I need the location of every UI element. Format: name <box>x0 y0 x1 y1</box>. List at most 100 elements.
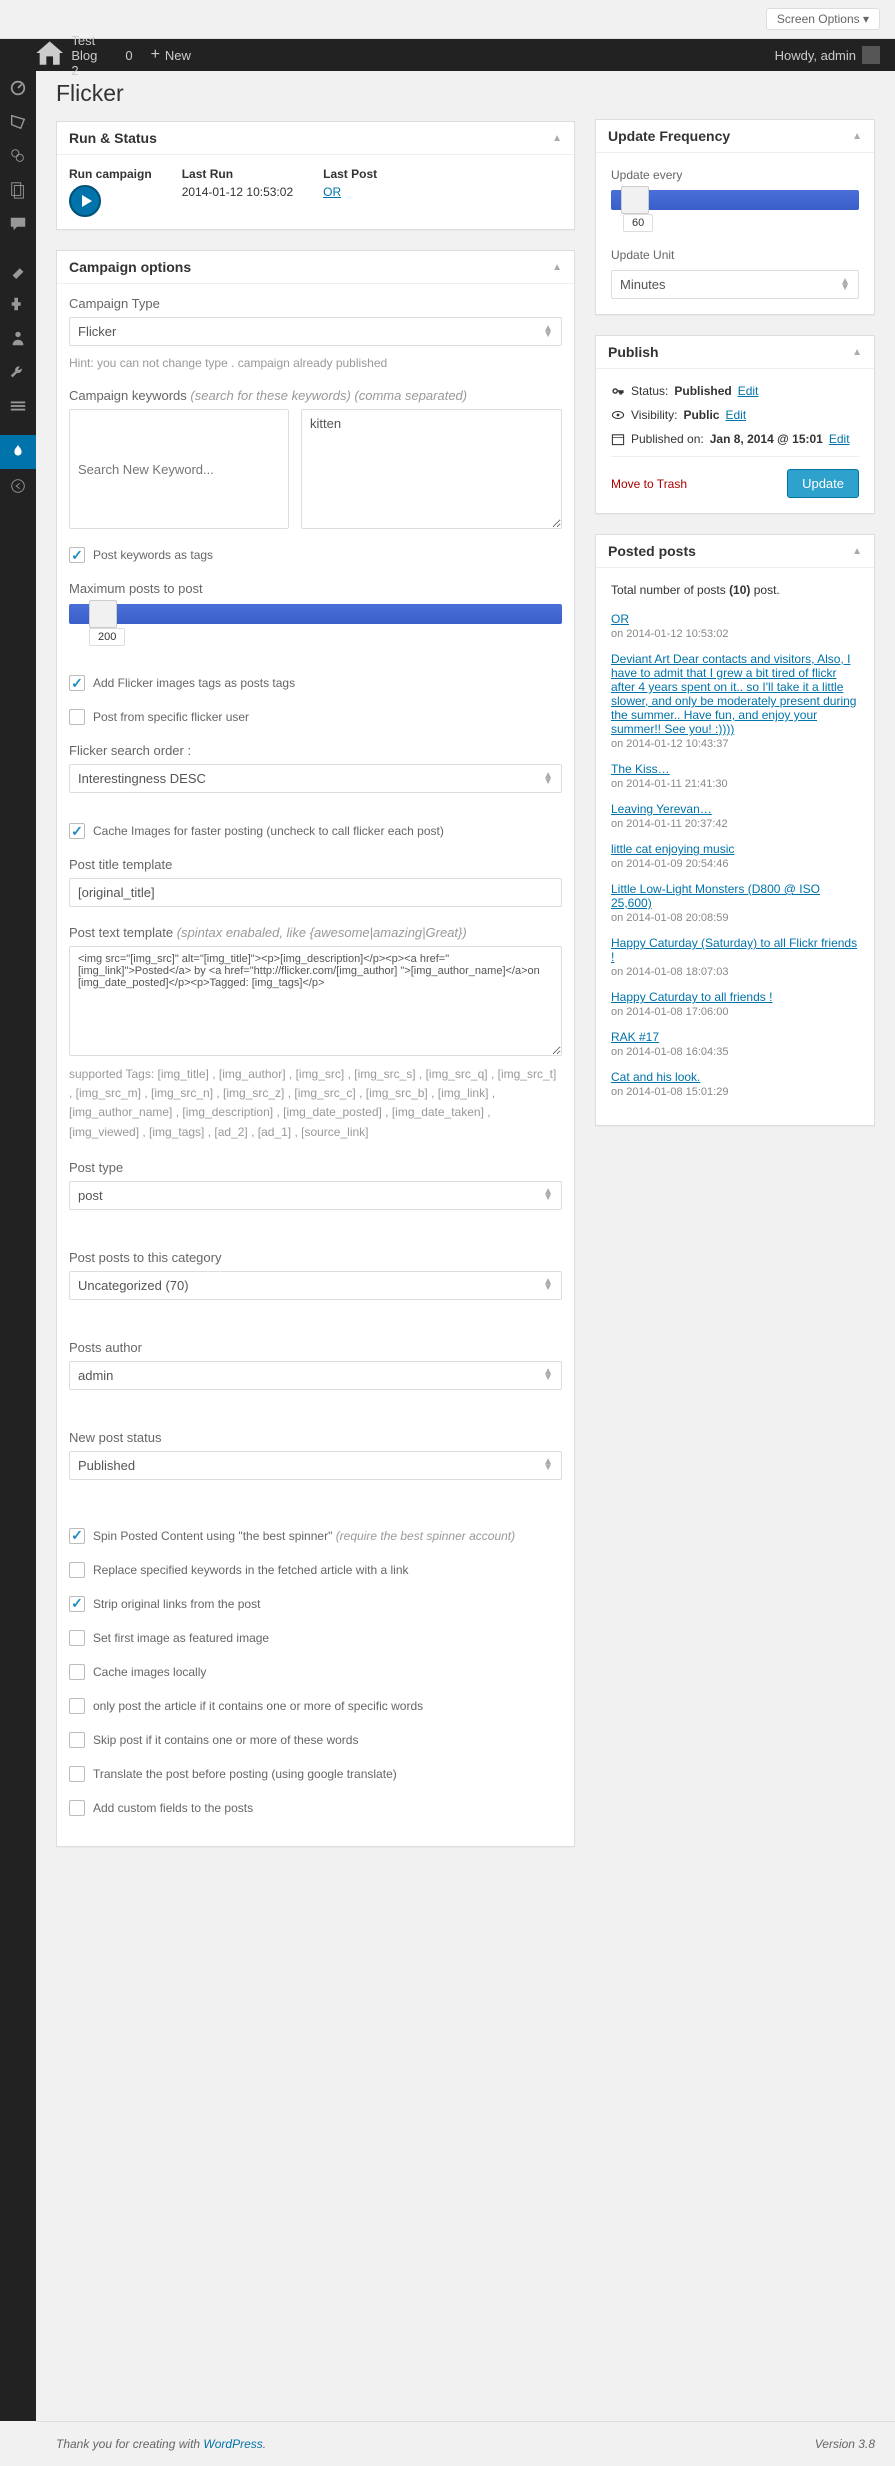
keywords-label: Campaign keywords (search for these keyw… <box>69 388 562 403</box>
post-type-label: Post type <box>69 1160 562 1175</box>
post-link[interactable]: little cat enjoying music <box>611 842 734 856</box>
published-edit[interactable]: Edit <box>829 432 850 446</box>
post-link[interactable]: Deviant Art Dear contacts and visitors, … <box>611 652 856 736</box>
max-posts-slider[interactable]: 200 <box>69 604 562 624</box>
comments-link[interactable]: 0 <box>120 48 132 63</box>
move-to-trash[interactable]: Move to Trash <box>611 477 687 491</box>
sidebar-appearance[interactable] <box>0 253 36 287</box>
skip-post-checkbox[interactable] <box>69 1732 85 1748</box>
cache-locally-label: Cache images locally <box>93 1665 206 1679</box>
posted-posts-title: Posted posts <box>608 543 696 559</box>
new-link[interactable]: +New <box>151 46 191 64</box>
posted-post-item: OR on 2014-01-12 10:53:02 <box>611 612 859 640</box>
add-flicker-tags-checkbox[interactable] <box>69 675 85 691</box>
translate-checkbox[interactable] <box>69 1766 85 1782</box>
play-button[interactable] <box>69 185 101 217</box>
post-keywords-tags-checkbox[interactable] <box>69 547 85 563</box>
post-date: on 2014-01-11 20:37:42 <box>611 818 728 830</box>
last-post-link[interactable]: OR <box>323 185 341 199</box>
avatar <box>862 46 880 64</box>
admin-sidebar <box>0 71 36 2421</box>
posted-post-item: Happy Caturday to all friends !on 2014-0… <box>611 990 859 1018</box>
spin-checkbox[interactable] <box>69 1528 85 1544</box>
post-type-select[interactable]: post▲▼ <box>69 1181 562 1210</box>
author-label: Posts author <box>69 1340 562 1355</box>
cache-images-checkbox[interactable] <box>69 823 85 839</box>
post-date: on 2014-01-08 20:08:59 <box>611 912 728 924</box>
post-link[interactable]: Cat and his look. <box>611 1070 700 1084</box>
featured-image-label: Set first image as featured image <box>93 1631 269 1645</box>
max-posts-label: Maximum posts to post <box>69 581 562 596</box>
screen-options-toggle[interactable]: Screen Options ▾ <box>766 8 880 30</box>
custom-fields-checkbox[interactable] <box>69 1800 85 1816</box>
cache-locally-checkbox[interactable] <box>69 1664 85 1680</box>
howdy-user[interactable]: Howdy, admin <box>775 46 880 64</box>
keywords-textarea[interactable]: kitten <box>301 409 562 529</box>
toggle-icon[interactable]: ▲ <box>852 347 862 358</box>
posted-post-item: Deviant Art Dear contacts and visitors, … <box>611 652 859 750</box>
visibility-value: Public <box>683 408 719 422</box>
last-run-label: Last Run <box>182 167 293 181</box>
key-icon <box>611 384 625 398</box>
status-select[interactable]: Published▲▼ <box>69 1451 562 1480</box>
update-unit-select[interactable]: Minutes▲▼ <box>611 270 859 299</box>
last-post-label: Last Post <box>323 167 377 181</box>
sidebar-plugins[interactable] <box>0 287 36 321</box>
campaign-type-select[interactable]: Flicker▲▼ <box>69 317 562 346</box>
post-link[interactable]: The Kiss… <box>611 762 670 776</box>
update-button[interactable]: Update <box>787 469 859 498</box>
only-specific-checkbox[interactable] <box>69 1698 85 1714</box>
posted-post-item: The Kiss…on 2014-01-11 21:41:30 <box>611 762 859 790</box>
replace-keywords-label: Replace specified keywords in the fetche… <box>93 1563 409 1577</box>
update-freq-title: Update Frequency <box>608 128 730 144</box>
search-order-select[interactable]: Interestingness DESC▲▼ <box>69 764 562 793</box>
toggle-icon[interactable]: ▲ <box>552 133 562 144</box>
specific-user-label: Post from specific flicker user <box>93 710 249 724</box>
post-link[interactable]: Happy Caturday (Saturday) to all Flickr … <box>611 936 857 964</box>
toggle-icon[interactable]: ▲ <box>852 131 862 142</box>
featured-image-checkbox[interactable] <box>69 1630 85 1646</box>
campaign-options-title: Campaign options <box>69 259 191 275</box>
post-link[interactable]: Little Low-Light Monsters (D800 @ ISO 25… <box>611 882 820 910</box>
run-status-box: Run & Status ▲ Run campaign Last Run 201… <box>56 121 575 230</box>
post-link[interactable]: OR <box>611 612 629 626</box>
search-order-label: Flicker search order : <box>69 743 562 758</box>
update-every-slider[interactable]: 60 <box>611 190 859 210</box>
author-select[interactable]: admin▲▼ <box>69 1361 562 1390</box>
sidebar-users[interactable] <box>0 321 36 355</box>
status-label: New post status <box>69 1430 562 1445</box>
specific-user-checkbox[interactable] <box>69 709 85 725</box>
strip-links-checkbox[interactable] <box>69 1596 85 1612</box>
wordpress-link[interactable]: WordPress <box>203 2437 262 2451</box>
toggle-icon[interactable]: ▲ <box>552 262 562 273</box>
replace-keywords-checkbox[interactable] <box>69 1562 85 1578</box>
publish-title: Publish <box>608 344 659 360</box>
sidebar-settings[interactable] <box>0 389 36 423</box>
sidebar-tools[interactable] <box>0 355 36 389</box>
post-date: on 2014-01-08 15:01:29 <box>611 1086 728 1098</box>
admin-bar: Test Blog 2 0 +New Howdy, admin <box>0 39 895 71</box>
sidebar-posts[interactable] <box>0 105 36 139</box>
post-link[interactable]: RAK #17 <box>611 1030 659 1044</box>
post-link[interactable]: Happy Caturday to all friends ! <box>611 990 772 1004</box>
sidebar-campaign[interactable] <box>0 435 36 469</box>
post-title-template-input[interactable] <box>69 878 562 907</box>
post-date: on 2014-01-12 10:53:02 <box>611 628 728 640</box>
post-text-textarea[interactable]: <img src="[img_src]" alt="[img_title]"><… <box>69 946 562 1056</box>
published-label: Published on: <box>631 432 704 446</box>
category-select[interactable]: Uncategorized (70)▲▼ <box>69 1271 562 1300</box>
post-link[interactable]: Leaving Yerevan… <box>611 802 712 816</box>
sidebar-dashboard[interactable] <box>0 71 36 105</box>
keyword-search-input[interactable] <box>69 409 289 529</box>
toggle-icon[interactable]: ▲ <box>852 546 862 557</box>
status-edit[interactable]: Edit <box>738 384 759 398</box>
sidebar-comments[interactable] <box>0 207 36 241</box>
status-value: Published <box>674 384 731 398</box>
sidebar-pages[interactable] <box>0 173 36 207</box>
sidebar-collapse[interactable] <box>0 469 36 503</box>
visibility-edit[interactable]: Edit <box>725 408 746 422</box>
supported-tags: supported Tags: [img_title] , [img_autho… <box>69 1065 562 1142</box>
update-every-label: Update every <box>611 168 859 182</box>
update-freq-box: Update Frequency ▲ Update every 60 Updat… <box>595 119 875 315</box>
sidebar-media[interactable] <box>0 139 36 173</box>
